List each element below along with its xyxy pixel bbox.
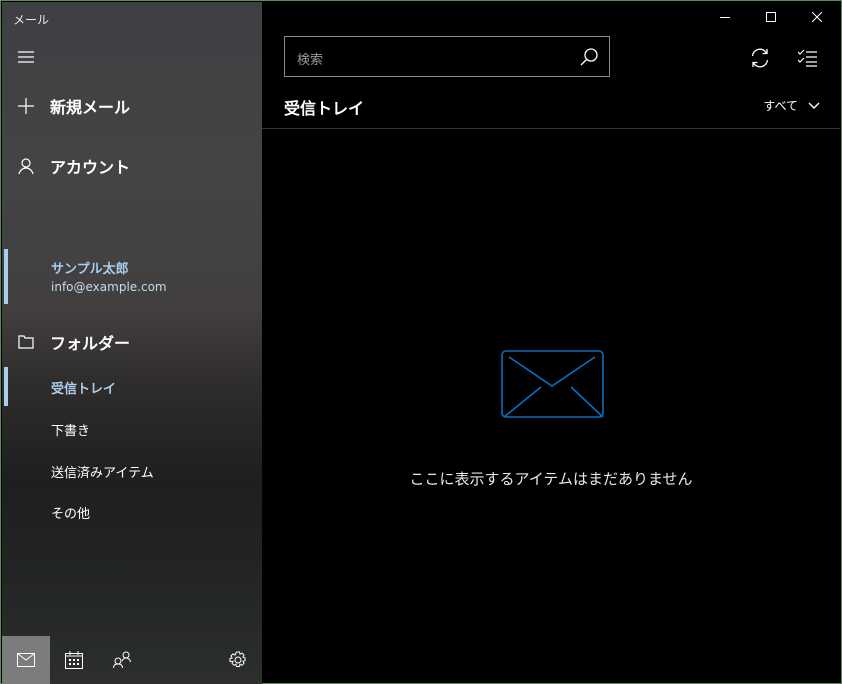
close-icon: [812, 12, 822, 22]
search-icon[interactable]: [579, 47, 599, 67]
bottom-nav: [2, 636, 262, 684]
account-email: info@example.com: [51, 280, 167, 294]
close-button[interactable]: [794, 2, 840, 32]
account-selected-indicator: [4, 249, 8, 304]
maximize-icon: [766, 12, 776, 22]
window-frame: メール 新規メール アカウント サンプル太郎 info@example.com …: [0, 0, 842, 684]
gear-icon: [229, 651, 247, 669]
account-button[interactable]: アカウント: [2, 155, 262, 177]
minimize-button[interactable]: [702, 2, 748, 32]
people-icon: [113, 651, 131, 669]
account-label: アカウント: [50, 154, 130, 178]
sync-icon[interactable]: [750, 48, 770, 68]
calendar-nav-button[interactable]: [50, 636, 98, 684]
folders-button[interactable]: フォルダー: [2, 331, 262, 353]
folder-drafts[interactable]: 下書き: [51, 420, 90, 439]
mail-icon: [17, 653, 35, 667]
folder-icon: [16, 332, 36, 352]
search-input[interactable]: 検索: [284, 36, 610, 77]
new-mail-label: 新規メール: [50, 94, 130, 118]
filter-label: すべて: [763, 97, 798, 114]
account-name: サンプル太郎: [51, 258, 129, 277]
plus-icon: [16, 96, 36, 116]
calendar-icon: [65, 651, 83, 669]
mail-nav-button[interactable]: [2, 636, 50, 684]
sidebar: メール 新規メール アカウント サンプル太郎 info@example.com …: [2, 2, 262, 684]
header-divider: [262, 128, 840, 129]
people-nav-button[interactable]: [98, 636, 146, 684]
folder-more[interactable]: その他: [51, 503, 90, 522]
inbox-title: 受信トレイ: [284, 95, 364, 119]
minimize-icon: [720, 12, 730, 22]
chevron-down-icon: [808, 102, 820, 110]
search-placeholder: 検索: [297, 49, 323, 68]
folders-label: フォルダー: [50, 330, 130, 354]
hamburger-icon: [16, 47, 36, 67]
maximize-button[interactable]: [748, 2, 794, 32]
envelope-icon: [501, 350, 605, 420]
message-list-pane: 検索 受信トレイ すべて ここに表示するアイテムはまだありません: [262, 2, 840, 682]
empty-state-message: ここに表示するアイテムはまだありません: [262, 468, 840, 489]
select-mode-icon[interactable]: [798, 49, 818, 67]
new-mail-button[interactable]: 新規メール: [2, 95, 262, 117]
folder-sent[interactable]: 送信済みアイテム: [51, 462, 154, 481]
window-title: メール: [13, 11, 49, 28]
hamburger-button[interactable]: [2, 47, 262, 67]
person-icon: [16, 156, 36, 176]
filter-dropdown[interactable]: すべて: [763, 97, 820, 114]
settings-button[interactable]: [214, 636, 262, 684]
folder-selected-indicator: [4, 367, 8, 406]
folder-inbox[interactable]: 受信トレイ: [51, 378, 116, 397]
